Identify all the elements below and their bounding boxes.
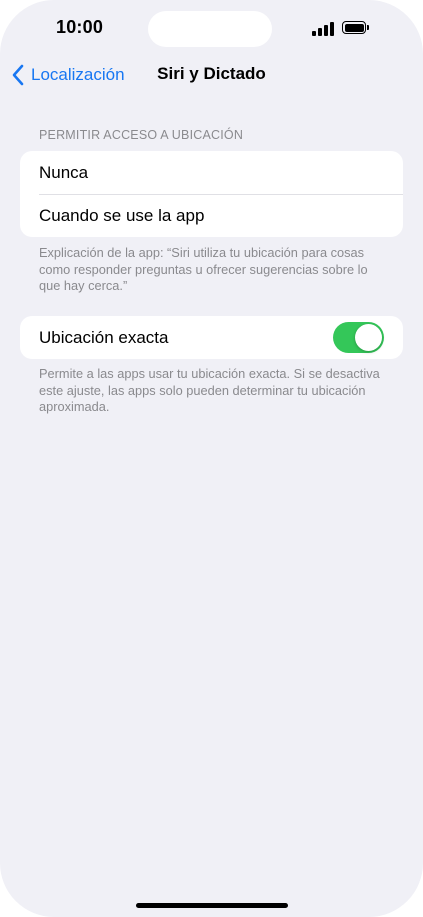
section-header-location-access: PERMITIR ACCESO A UBICACIÓN [39, 128, 244, 142]
phone-screen: 10:00 Localización Siri y Dictado PERMIT… [0, 0, 423, 917]
precise-location-footer: Permite a las apps usar tu ubicación exa… [39, 366, 380, 414]
location-access-group: Nunca Cuando se use la app [20, 151, 403, 237]
precise-location-row: Ubicación exacta [20, 316, 403, 359]
location-access-footer: Explicación de la app: “Siri utiliza tu … [39, 245, 368, 293]
toggle-knob [355, 324, 382, 351]
page-title-text: Siri y Dictado [157, 64, 266, 83]
option-label: Cuando se use la app [39, 205, 205, 225]
precise-location-label: Ubicación exacta [39, 327, 169, 347]
status-time: 10:00 [56, 17, 104, 37]
battery-full-icon [342, 21, 369, 35]
precise-location-group: Ubicación exacta [20, 316, 403, 359]
option-cuando-se-use-la-app[interactable]: Cuando se use la app [20, 194, 403, 237]
home-indicator[interactable] [136, 903, 288, 908]
page-title: Siri y Dictado [0, 64, 423, 84]
option-label: Nunca [39, 162, 89, 182]
option-nunca[interactable]: Nunca [20, 151, 403, 194]
dynamic-island [148, 11, 272, 47]
signal-bars-icon [312, 22, 336, 36]
precise-location-toggle[interactable] [333, 322, 384, 353]
